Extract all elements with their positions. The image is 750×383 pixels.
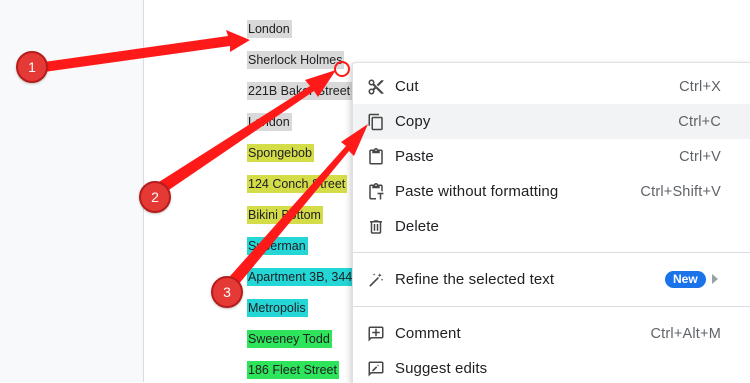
- document-line[interactable]: Spongebob: [247, 142, 314, 164]
- menu-shortcut: Ctrl+Shift+V: [640, 183, 721, 200]
- menu-label: Refine the selected text: [395, 271, 555, 288]
- document-line[interactable]: London: [247, 18, 292, 40]
- document-line-text: Metropolis: [247, 299, 308, 317]
- document-line[interactable]: London: [247, 111, 292, 133]
- document-line-text: 221B Baker Street: [247, 82, 353, 100]
- menu-shortcut: Ctrl+Alt+M: [650, 325, 721, 342]
- menu-label: Paste: [395, 148, 434, 165]
- menu-separator: [353, 306, 750, 307]
- scissors-icon: [365, 76, 387, 98]
- document-line[interactable]: 186 Fleet Street: [247, 359, 339, 381]
- document-line[interactable]: 221B Baker Street: [247, 80, 353, 102]
- document-line[interactable]: Metropolis: [247, 297, 308, 319]
- menu-label: Delete: [395, 218, 439, 235]
- callout-1: 1: [16, 51, 48, 83]
- menu-item-paste[interactable]: Paste Ctrl+V: [353, 139, 750, 174]
- document-line-text: Superman: [247, 237, 308, 255]
- clipboard-format-icon: [365, 181, 387, 203]
- menu-item-paste-without-formatting[interactable]: Paste without formatting Ctrl+Shift+V: [353, 174, 750, 209]
- document-line-text: Sweeney Todd: [247, 330, 332, 348]
- document-line[interactable]: Superman: [247, 235, 308, 257]
- trash-icon: [365, 216, 387, 238]
- context-menu: Cut Ctrl+X Copy Ctrl+C Paste Ctrl+V Past…: [352, 62, 750, 383]
- menu-shortcut: Ctrl+C: [678, 113, 721, 130]
- submenu-arrow-icon: [712, 274, 718, 284]
- copy-icon: [365, 111, 387, 133]
- menu-label: Paste without formatting: [395, 183, 559, 200]
- document-line-text: Sherlock Holmes: [247, 51, 345, 69]
- menu-item-copy[interactable]: Copy Ctrl+C: [353, 104, 750, 139]
- document-line-text: London: [247, 20, 292, 38]
- menu-item-refine-selected-text[interactable]: Refine the selected text New: [353, 262, 750, 297]
- magic-pen-icon: [365, 269, 387, 291]
- clipboard-icon: [365, 146, 387, 168]
- menu-item-comment[interactable]: Comment Ctrl+Alt+M: [353, 316, 750, 351]
- menu-shortcut: Ctrl+X: [679, 78, 721, 95]
- new-badge: New: [665, 271, 706, 288]
- callout-2: 2: [139, 181, 171, 213]
- menu-item-suggest-edits[interactable]: Suggest edits: [353, 351, 750, 383]
- menu-item-delete[interactable]: Delete: [353, 209, 750, 244]
- menu-separator: [353, 252, 750, 253]
- menu-item-cut[interactable]: Cut Ctrl+X: [353, 69, 750, 104]
- menu-label: Copy: [395, 113, 431, 130]
- menu-label: Suggest edits: [395, 360, 488, 377]
- document-line-text: Spongebob: [247, 144, 314, 162]
- document-line[interactable]: Sherlock Holmes: [247, 49, 345, 71]
- callout-3: 3: [211, 276, 243, 308]
- document-line-text: London: [247, 113, 292, 131]
- document-line-text: 124 Conch Street: [247, 175, 348, 193]
- document-line[interactable]: Bikini Bottom: [247, 204, 323, 226]
- suggest-edit-icon: [365, 358, 387, 380]
- menu-label: Cut: [395, 78, 419, 95]
- document-line-text: Bikini Bottom: [247, 206, 323, 224]
- document-line[interactable]: 124 Conch Street: [247, 173, 348, 195]
- comment-add-icon: [365, 323, 387, 345]
- document-line-text: Apartment 3B, 344: [247, 268, 355, 286]
- menu-shortcut: Ctrl+V: [679, 148, 721, 165]
- document-line-text: 186 Fleet Street: [247, 361, 339, 379]
- document-line[interactable]: Apartment 3B, 344: [247, 266, 355, 288]
- menu-label: Comment: [395, 325, 461, 342]
- document-line[interactable]: Sweeney Todd: [247, 328, 332, 350]
